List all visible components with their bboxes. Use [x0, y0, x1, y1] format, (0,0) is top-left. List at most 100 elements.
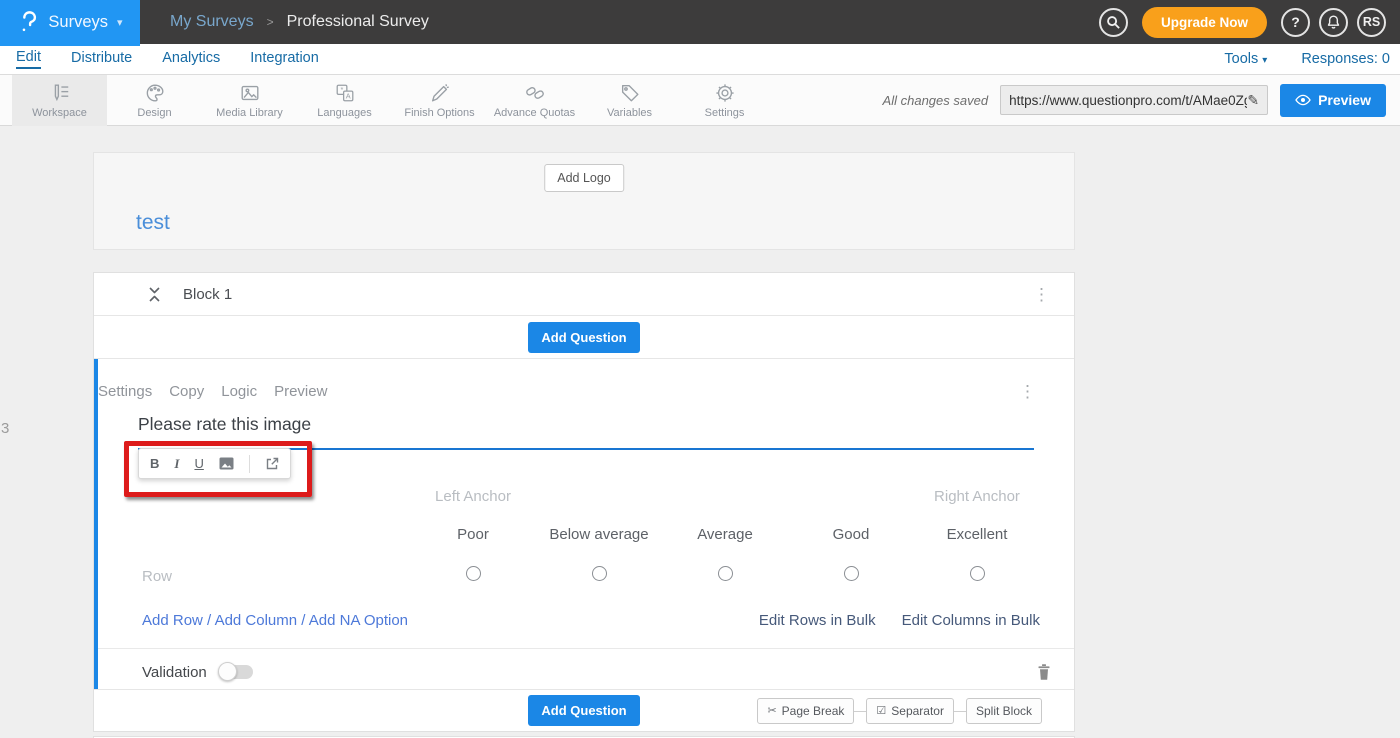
- add-row-link[interactable]: Add Row: [142, 612, 203, 629]
- underline-button[interactable]: U: [194, 456, 203, 471]
- breadcrumb: My Surveys > Professional Survey: [170, 13, 1099, 31]
- tab-distribute[interactable]: Distribute: [71, 50, 132, 68]
- edit-rows-in-bulk-link[interactable]: Edit Rows in Bulk: [759, 612, 876, 629]
- tools-menu[interactable]: Tools ▾: [1224, 51, 1267, 67]
- add-logo-button[interactable]: Add Logo: [544, 164, 624, 192]
- tag-icon: [619, 82, 641, 104]
- scissors-icon: ✂: [767, 704, 776, 717]
- questionpro-logo-icon: [17, 9, 39, 35]
- ribbon-item-settings[interactable]: Settings: [677, 75, 772, 126]
- workspace-icon: [49, 82, 71, 104]
- brand-menu-label: Surveys: [48, 13, 108, 32]
- add-links: Add Row / Add Column / Add NA Option: [142, 612, 408, 629]
- survey-editor-canvas: 3 Add Logo test Block 1 ⋮ Add Question S…: [0, 126, 1400, 738]
- chevron-down-icon: ▾: [1262, 55, 1267, 66]
- matrix-links-row: Add Row / Add Column / Add NA Option Edi…: [142, 612, 1040, 629]
- add-question-row-top: Add Question: [94, 316, 1074, 359]
- column-headers-row: Poor Below average Average Good Excellen…: [142, 514, 1040, 554]
- link-separator: /: [301, 612, 305, 629]
- validation-toggle[interactable]: [220, 665, 253, 679]
- row-label-placeholder[interactable]: Row: [142, 554, 410, 598]
- responses-count[interactable]: Responses: 0: [1301, 51, 1390, 67]
- ribbon-item-workspace[interactable]: Workspace: [12, 75, 107, 126]
- validation-row: Validation: [98, 648, 1074, 695]
- ribbon-item-finish-options[interactable]: Finish Options: [392, 75, 487, 126]
- collapse-block-icon[interactable]: [148, 286, 161, 303]
- image-icon: [239, 82, 261, 104]
- question-preview-link[interactable]: Preview: [274, 383, 327, 400]
- tab-analytics[interactable]: Analytics: [162, 50, 220, 68]
- magic-pen-icon: [429, 82, 451, 104]
- column-header[interactable]: Excellent: [914, 514, 1040, 554]
- edit-url-pencil-icon[interactable]: ✎: [1247, 92, 1259, 109]
- matrix-row: Row: [142, 554, 1040, 598]
- separator-button[interactable]: ☑ Separator: [866, 698, 954, 724]
- question-card: Settings Copy Logic Preview ⋮ Please rat…: [94, 359, 1074, 689]
- column-header[interactable]: Poor: [410, 514, 536, 554]
- chain-link-icon: [524, 82, 546, 104]
- survey-header-card: Add Logo test: [93, 152, 1075, 250]
- left-anchor-placeholder[interactable]: Left Anchor: [410, 478, 536, 514]
- notifications-button[interactable]: [1319, 8, 1348, 37]
- preview-button[interactable]: Preview: [1280, 84, 1386, 117]
- ribbon-item-design[interactable]: Design: [107, 75, 202, 126]
- radio-button[interactable]: [844, 566, 859, 581]
- breadcrumb-current-survey: Professional Survey: [287, 13, 429, 31]
- save-status-text: All changes saved: [883, 93, 989, 108]
- question-copy-link[interactable]: Copy: [169, 383, 204, 400]
- add-na-option-link[interactable]: Add NA Option: [309, 612, 408, 629]
- survey-url-field[interactable]: https://www.questionpro.com/t/AMae0Zgn ✎: [1000, 85, 1268, 115]
- delete-question-trash-icon[interactable]: [1036, 663, 1052, 681]
- page-break-button[interactable]: ✂ Page Break: [757, 698, 854, 724]
- tab-edit[interactable]: Edit: [16, 49, 41, 69]
- block-footer: Add Question ✂ Page Break ☑ Separator Sp…: [94, 689, 1074, 731]
- block-title[interactable]: Block 1: [183, 286, 232, 303]
- column-header[interactable]: Below average: [536, 514, 662, 554]
- upgrade-now-button[interactable]: Upgrade Now: [1142, 7, 1267, 38]
- ribbon-item-languages[interactable]: * A Languages: [297, 75, 392, 126]
- edit-columns-in-bulk-link[interactable]: Edit Columns in Bulk: [902, 612, 1040, 629]
- bulk-edit-links: Edit Rows in Bulk Edit Columns in Bulk: [759, 612, 1040, 629]
- topbar-actions: Upgrade Now ? RS: [1099, 7, 1386, 38]
- survey-title[interactable]: test: [136, 211, 170, 235]
- add-question-button-bottom[interactable]: Add Question: [528, 695, 639, 726]
- format-toolbar: B I U: [138, 448, 291, 479]
- brand-menu[interactable]: Surveys ▾: [0, 0, 140, 44]
- insert-image-button[interactable]: [219, 457, 234, 470]
- add-column-link[interactable]: Add Column: [215, 612, 298, 629]
- ribbon-item-variables[interactable]: Variables: [582, 75, 677, 126]
- radio-button[interactable]: [718, 566, 733, 581]
- breadcrumb-my-surveys[interactable]: My Surveys: [170, 13, 254, 31]
- chevron-down-icon: ▾: [117, 16, 123, 29]
- question-settings-link[interactable]: Settings: [98, 383, 152, 400]
- nav-tabbar: Edit Distribute Analytics Integration To…: [0, 44, 1400, 75]
- search-icon: [1106, 15, 1121, 30]
- add-question-button-top[interactable]: Add Question: [528, 322, 639, 353]
- italic-button[interactable]: I: [174, 456, 179, 472]
- column-header[interactable]: Average: [662, 514, 788, 554]
- radio-button[interactable]: [970, 566, 985, 581]
- insert-link-button[interactable]: [265, 457, 279, 471]
- question-logic-link[interactable]: Logic: [221, 383, 257, 400]
- block-menu-dots-icon[interactable]: ⋮: [1033, 286, 1050, 303]
- avatar-initials: RS: [1363, 15, 1380, 29]
- validation-label: Validation: [142, 664, 207, 681]
- tab-integration[interactable]: Integration: [250, 50, 319, 68]
- right-anchor-placeholder[interactable]: Right Anchor: [914, 478, 1040, 514]
- toggle-knob: [218, 662, 237, 681]
- ribbon-item-advance-quotas[interactable]: Advance Quotas: [487, 75, 582, 126]
- avatar[interactable]: RS: [1357, 8, 1386, 37]
- radio-button[interactable]: [592, 566, 607, 581]
- search-button[interactable]: [1099, 8, 1128, 37]
- ribbon-right: All changes saved https://www.questionpr…: [883, 84, 1386, 117]
- question-menu-dots-icon[interactable]: ⋮: [1019, 383, 1036, 400]
- ribbon-item-media-library[interactable]: Media Library: [202, 75, 297, 126]
- page-indicator: 3: [1, 420, 9, 437]
- split-block-button[interactable]: Split Block: [966, 698, 1042, 724]
- column-header[interactable]: Good: [788, 514, 914, 554]
- radio-button[interactable]: [466, 566, 481, 581]
- survey-url-value: https://www.questionpro.com/t/AMae0Zgn: [1009, 93, 1247, 108]
- bold-button[interactable]: B: [150, 456, 159, 471]
- help-button[interactable]: ?: [1281, 8, 1310, 37]
- question-mark-icon: ?: [1291, 14, 1300, 30]
